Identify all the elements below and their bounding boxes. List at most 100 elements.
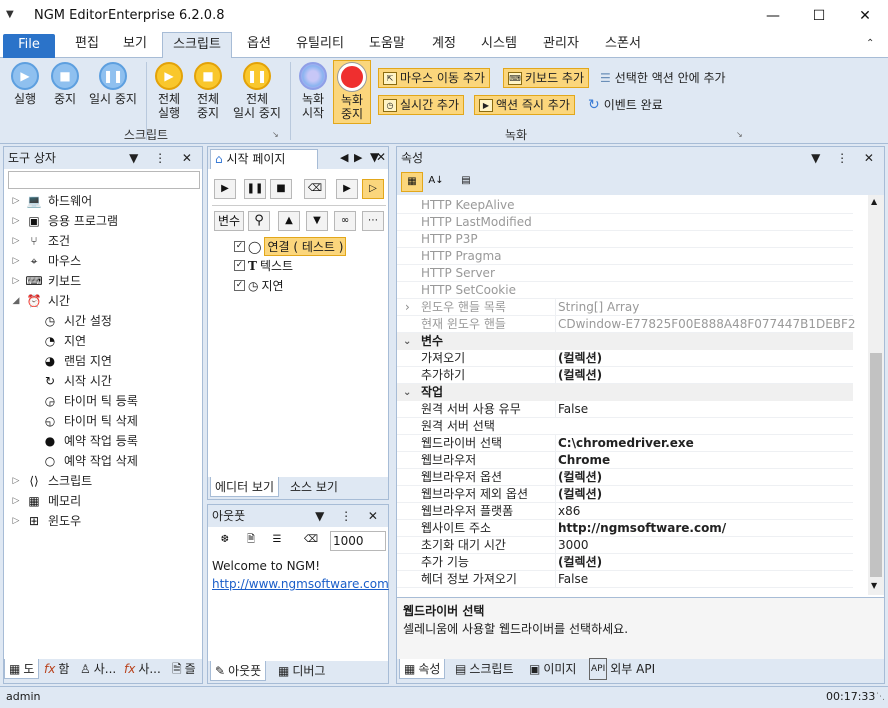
- property-row[interactable]: 웹브라우저 제외 옵션 (컬렉션): [397, 486, 853, 503]
- tab-edit[interactable]: 편집: [64, 32, 110, 58]
- add-keyboard-button[interactable]: ⌨ 키보드 추가: [503, 68, 590, 88]
- property-row[interactable]: HTTP Pragma: [397, 248, 853, 265]
- property-value[interactable]: x86: [555, 503, 855, 520]
- tab-source-view[interactable]: 소스 보기: [286, 477, 342, 497]
- wrap-button[interactable]: ☰: [266, 531, 288, 551]
- tab-view[interactable]: 보기: [114, 32, 156, 58]
- expand-arrow-icon[interactable]: ▷: [12, 231, 20, 251]
- tab-admin[interactable]: 관리자: [534, 32, 588, 58]
- line-limit-stepper[interactable]: 1000: [330, 531, 386, 551]
- collapse-arrow-icon[interactable]: ◢: [12, 291, 20, 311]
- run-selected-button[interactable]: ▶: [336, 179, 358, 199]
- script-item[interactable]: ✓ ◯ 연결 ( 테스트 ): [234, 237, 347, 256]
- output-link[interactable]: http://www.ngmsoftware.com: [212, 577, 389, 591]
- dialog-launcher-icon[interactable]: ↘: [736, 130, 743, 139]
- run-all-button[interactable]: ▶ 전체 실행: [150, 62, 188, 120]
- property-value[interactable]: Chrome: [555, 452, 855, 469]
- toolbox-item[interactable]: ▷ ⟨⟩ 스크립트: [12, 471, 93, 491]
- loop-button[interactable]: ∞: [334, 211, 356, 231]
- scroll-up-icon[interactable]: ▲: [871, 197, 877, 206]
- expand-arrow-icon[interactable]: ▷: [12, 211, 20, 231]
- property-value[interactable]: (컬렉션): [555, 554, 855, 571]
- variables-button[interactable]: 변수: [214, 211, 244, 231]
- run-script-button[interactable]: ▶: [214, 179, 236, 199]
- property-row[interactable]: HTTP P3P: [397, 231, 853, 248]
- toolbox-item[interactable]: ▷ ▦ 메모리: [12, 491, 82, 511]
- property-scrollbar[interactable]: ▲ ▼: [868, 195, 884, 595]
- run-button[interactable]: ▶ 실행: [6, 62, 44, 106]
- tab-system[interactable]: 시스템: [472, 32, 526, 58]
- property-value[interactable]: http://ngmsoftware.com/: [555, 520, 855, 537]
- record-start-button[interactable]: 녹화 시작: [295, 62, 331, 120]
- system-menu-icon[interactable]: ▼: [6, 9, 14, 20]
- tab-external-api[interactable]: API 외부 API: [585, 658, 659, 680]
- tab-editor-view[interactable]: 에디터 보기: [210, 477, 280, 497]
- add-action-now-button[interactable]: ▶ 액션 즉시 추가: [474, 95, 575, 115]
- panel-controls[interactable]: ▼ ⋮ ✕: [811, 147, 880, 169]
- tab-account[interactable]: 계정: [424, 32, 464, 58]
- expand-arrow-icon[interactable]: ▷: [12, 251, 20, 271]
- toolbox-item[interactable]: ▷ ⌨ 키보드: [12, 271, 82, 291]
- scrollbar-thumb[interactable]: [870, 353, 882, 577]
- tab-images[interactable]: ▣ 이미지: [525, 659, 580, 679]
- property-pages-button[interactable]: ▤: [455, 172, 477, 192]
- tab-output[interactable]: ✎ 아웃풋: [210, 661, 267, 681]
- property-row[interactable]: 웹드라이버 선택 C:\chromedriver.exe: [397, 435, 853, 452]
- pause-all-button[interactable]: ❚❚ 전체 일시 중지: [229, 62, 285, 120]
- property-value[interactable]: (컬렉션): [555, 350, 855, 367]
- pause-button[interactable]: ❚❚ 일시 중지: [86, 62, 140, 106]
- add-mouse-move-button[interactable]: ⇱ 마우스 이동 추가: [378, 68, 490, 88]
- toolbox-item[interactable]: ◢ ⏰ 시간: [12, 291, 71, 311]
- property-value[interactable]: False: [555, 401, 855, 418]
- expand-arrow-icon[interactable]: ▷: [12, 271, 20, 291]
- tab-start-page[interactable]: ⌂ 시작 페이지: [210, 149, 318, 169]
- move-up-button[interactable]: ▲: [278, 211, 300, 231]
- maximize-button[interactable]: ☐: [796, 0, 842, 32]
- delete-script-button[interactable]: ⌫: [304, 179, 326, 199]
- property-value[interactable]: CDwindow-E77825F00E888A48F077447B1DEBF2F…: [555, 316, 855, 333]
- event-complete-button[interactable]: ↻ 이벤트 완료: [588, 95, 663, 115]
- move-down-button[interactable]: ▼: [306, 211, 328, 231]
- property-row[interactable]: › 윈도우 핸들 목록 String[] Array: [397, 299, 853, 316]
- close-tab-icon[interactable]: ✕: [376, 150, 386, 164]
- expand-arrow-icon[interactable]: ▷: [12, 511, 20, 531]
- collapse-arrow-icon[interactable]: ⌄: [403, 333, 411, 350]
- toolbox-item[interactable]: ◔ 지연: [42, 331, 86, 351]
- close-window-button[interactable]: ✕: [842, 0, 888, 32]
- tab-functions[interactable]: fx 함: [40, 659, 73, 679]
- tab-properties[interactable]: ▦ 속성: [399, 659, 446, 679]
- tab-sponsor[interactable]: 스폰서: [596, 32, 650, 58]
- toolbox-item[interactable]: ▷ ⌖ 마우스: [12, 251, 82, 271]
- expand-arrow-icon[interactable]: ▷: [12, 491, 20, 511]
- toolbox-item[interactable]: ○ 예약 작업 삭제: [42, 451, 138, 471]
- item-checkbox[interactable]: ✓: [234, 280, 245, 291]
- property-row[interactable]: HTTP KeepAlive: [397, 197, 853, 214]
- clean-button[interactable]: ❆: [214, 531, 236, 551]
- tab-utility[interactable]: 유틸리티: [288, 32, 352, 58]
- minimize-button[interactable]: —: [750, 0, 796, 32]
- toolbox-item[interactable]: ▷ ⑂ 조건: [12, 231, 71, 251]
- dialog-launcher-icon[interactable]: ↘: [272, 130, 279, 139]
- alphabetical-button[interactable]: A↓: [425, 172, 447, 192]
- property-row[interactable]: 추가 기능 (컬렉션): [397, 554, 853, 571]
- tab-user[interactable]: ♙ 사...: [76, 659, 120, 679]
- tab-toolbox[interactable]: ▦ 도: [4, 659, 40, 679]
- expand-arrow-icon[interactable]: ▷: [12, 191, 20, 211]
- property-value[interactable]: False: [555, 571, 855, 588]
- tab-help[interactable]: 도움말: [360, 32, 414, 58]
- pause-script-button[interactable]: ❚❚: [244, 179, 266, 199]
- tab-options[interactable]: 옵션: [238, 32, 280, 58]
- property-row[interactable]: 원격 서버 사용 유무 False: [397, 401, 853, 418]
- step-run-button[interactable]: ▷: [362, 179, 384, 199]
- toolbox-item[interactable]: ◕ 랜덤 지연: [42, 351, 112, 371]
- property-value[interactable]: 3000: [555, 537, 855, 554]
- property-value[interactable]: String[] Array: [555, 299, 855, 316]
- record-stop-button[interactable]: 녹화 중지: [333, 60, 371, 124]
- tab-user-functions[interactable]: fx 사...: [120, 659, 165, 679]
- property-row[interactable]: 웹사이트 주소 http://ngmsoftware.com/: [397, 520, 853, 537]
- more-options-button[interactable]: ⋯: [362, 211, 384, 231]
- property-row[interactable]: 초기화 대기 시간 3000: [397, 537, 853, 554]
- script-item[interactable]: ✓ ◷ 지연: [234, 277, 284, 294]
- stop-script-button[interactable]: ■: [270, 179, 292, 199]
- property-row[interactable]: HTTP SetCookie: [397, 282, 853, 299]
